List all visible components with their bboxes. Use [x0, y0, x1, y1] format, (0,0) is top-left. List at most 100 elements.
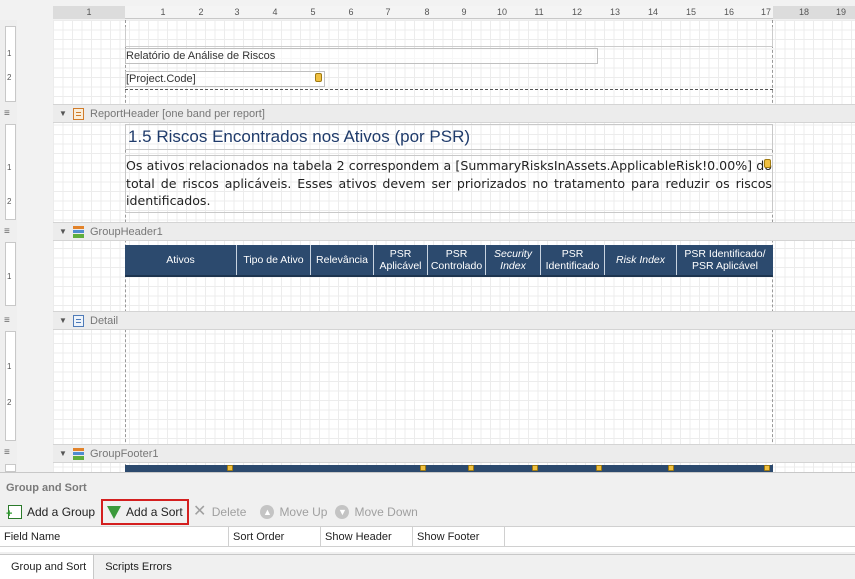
- column-header-field-name[interactable]: Field Name: [0, 527, 229, 546]
- arrow-up-icon: ▲: [260, 505, 275, 519]
- delete-icon: ✕: [193, 503, 207, 520]
- table-header-cell[interactable]: Security Index: [486, 245, 541, 275]
- delete-label: Delete: [211, 505, 247, 519]
- table-header-cell[interactable]: Ativos: [125, 245, 237, 275]
- group-sort-grid-header: Field Name Sort Order Show Header Show F…: [0, 526, 855, 547]
- vertical-ruler-group-header: 1: [5, 242, 16, 306]
- vertical-ruler-page-header: 1 2: [5, 26, 16, 102]
- page-header-top-box[interactable]: [125, 27, 773, 47]
- collapse-arrow-icon[interactable]: ▼: [59, 227, 69, 236]
- ruler-tick: 3: [234, 7, 240, 17]
- band-label: GroupFooter1: [90, 447, 159, 460]
- move-down-button[interactable]: ▼ Move Down: [331, 500, 421, 524]
- expression-marker-icon[interactable]: [468, 465, 474, 471]
- ruler-tick: 8: [424, 7, 430, 17]
- vertical-ruler-detail: 1 2: [5, 331, 16, 441]
- expression-marker-icon[interactable]: [764, 465, 770, 471]
- column-header-show-footer[interactable]: Show Footer: [413, 527, 505, 546]
- vruler-tick: 2: [7, 398, 12, 407]
- add-sort-label: Add a Sort: [126, 505, 183, 519]
- section-title[interactable]: 1.5 Riscos Encontrados nos Ativos (por P…: [125, 124, 773, 150]
- group-footer-icon: [73, 447, 84, 460]
- ruler-tick: 18: [798, 7, 810, 17]
- add-group-label: Add a Group: [27, 505, 96, 519]
- table-header-cell[interactable]: Tipo de Ativo: [237, 245, 311, 275]
- group-sort-grid-body[interactable]: [0, 547, 855, 552]
- move-down-label: Move Down: [354, 505, 418, 519]
- expression-marker-icon[interactable]: [315, 73, 322, 82]
- vruler-tick: 1: [7, 163, 12, 172]
- vruler-tick: 1: [7, 49, 12, 58]
- band-resize-handle[interactable]: ≡: [4, 226, 10, 237]
- expression-marker-icon[interactable]: [668, 465, 674, 471]
- band-header-group[interactable]: ▼ GroupHeader1: [53, 222, 855, 241]
- left-gutter: 1 2 ≡ 1 2 ≡ 1 ≡ 1 2 ≡: [0, 20, 17, 472]
- band-header-report[interactable]: ▼ ReportHeader [one band per report]: [53, 104, 855, 123]
- report-designer: 1 1 2 3 4 5 6 7 8 9 10 11 12 13 14 15 16…: [0, 0, 855, 579]
- table-header-cell[interactable]: Risk Index: [605, 245, 677, 275]
- column-header-sort-order[interactable]: Sort Order: [229, 527, 321, 546]
- group-sort-panel: Group and Sort Add a Group Add a Sort ✕ …: [0, 472, 855, 579]
- ruler-tick: 5: [310, 7, 316, 17]
- report-title-field[interactable]: Relatório de Análise de Riscos: [125, 48, 598, 64]
- expression-marker-icon[interactable]: [420, 465, 426, 471]
- tab-scripts-errors[interactable]: Scripts Errors: [94, 555, 179, 579]
- table-header-cell[interactable]: PSR Aplicável: [374, 245, 428, 275]
- detail-band-icon: [73, 314, 84, 327]
- band-separator: [125, 89, 773, 90]
- add-group-button[interactable]: Add a Group: [4, 500, 99, 524]
- ruler-tick: 15: [685, 7, 697, 17]
- vertical-ruler-group-footer: [5, 464, 16, 472]
- collapse-arrow-icon[interactable]: ▼: [59, 109, 69, 118]
- vruler-tick: 1: [7, 362, 12, 371]
- band-resize-handle[interactable]: ≡: [4, 447, 10, 458]
- expression-marker-icon[interactable]: [227, 465, 233, 471]
- panel-title: Group and Sort: [6, 482, 87, 494]
- vruler-tick: 2: [7, 73, 12, 82]
- add-group-icon: [6, 505, 22, 520]
- add-sort-icon: [107, 505, 122, 519]
- table-header-cell[interactable]: Relevância: [311, 245, 374, 275]
- arrow-down-icon: ▼: [335, 505, 350, 519]
- table-header-cell[interactable]: PSR Controlado: [428, 245, 486, 275]
- vruler-tick: 2: [7, 197, 12, 206]
- collapse-arrow-icon[interactable]: ▼: [59, 449, 69, 458]
- ruler-tick: 7: [385, 7, 391, 17]
- ruler-tick: 9: [461, 7, 467, 17]
- group-footer-row[interactable]: [125, 465, 773, 472]
- ruler-tick: 12: [571, 7, 583, 17]
- band-header-detail[interactable]: ▼ Detail: [53, 311, 855, 330]
- band-header-group-footer[interactable]: ▼ GroupFooter1: [53, 444, 855, 463]
- ruler-tick: 19: [835, 7, 847, 17]
- ruler-tick: 11: [534, 7, 544, 17]
- group-header-icon: [73, 225, 84, 238]
- expression-marker-icon[interactable]: [596, 465, 602, 471]
- band-resize-handle[interactable]: ≡: [4, 315, 10, 326]
- band-label: ReportHeader [one band per report]: [90, 107, 265, 120]
- ruler-tick: 17: [760, 7, 772, 17]
- ruler-tick: 13: [609, 7, 621, 17]
- band-label: Detail: [90, 314, 119, 327]
- table-header-cell[interactable]: PSR Identificado: [541, 245, 605, 275]
- table-header-cell[interactable]: PSR Identificado/ PSR Aplicável: [677, 245, 773, 275]
- section-paragraph[interactable]: Os ativos relacionados na tabela 2 corre…: [125, 155, 773, 213]
- move-up-button[interactable]: ▲ Move Up: [256, 500, 331, 524]
- collapse-arrow-icon[interactable]: ▼: [59, 316, 69, 325]
- ruler-tick: 10: [496, 7, 508, 17]
- ruler-tick: 6: [348, 7, 354, 17]
- band-resize-handle[interactable]: ≡: [4, 108, 10, 119]
- vertical-ruler-report-header: 1 2: [5, 124, 16, 220]
- report-header-icon: [73, 107, 84, 120]
- ruler-tick: 4: [272, 7, 278, 17]
- ruler-tick: 2: [198, 7, 204, 17]
- table-header-row[interactable]: Ativos Tipo de Ativo Relevância PSR Apli…: [125, 245, 773, 277]
- expression-marker-icon[interactable]: [532, 465, 538, 471]
- tab-group-and-sort[interactable]: Group and Sort: [0, 555, 95, 579]
- project-code-field[interactable]: [Project.Code]: [125, 71, 325, 87]
- horizontal-ruler: 1 1 2 3 4 5 6 7 8 9 10 11 12 13 14 15 16…: [53, 6, 855, 19]
- add-sort-button[interactable]: Add a Sort: [101, 499, 189, 525]
- group-sort-toolbar: Add a Group Add a Sort ✕ Delete ▲ Move U…: [0, 499, 855, 525]
- column-header-show-header[interactable]: Show Header: [321, 527, 413, 546]
- delete-button[interactable]: ✕ Delete: [189, 500, 251, 524]
- expression-marker-icon[interactable]: [764, 159, 771, 168]
